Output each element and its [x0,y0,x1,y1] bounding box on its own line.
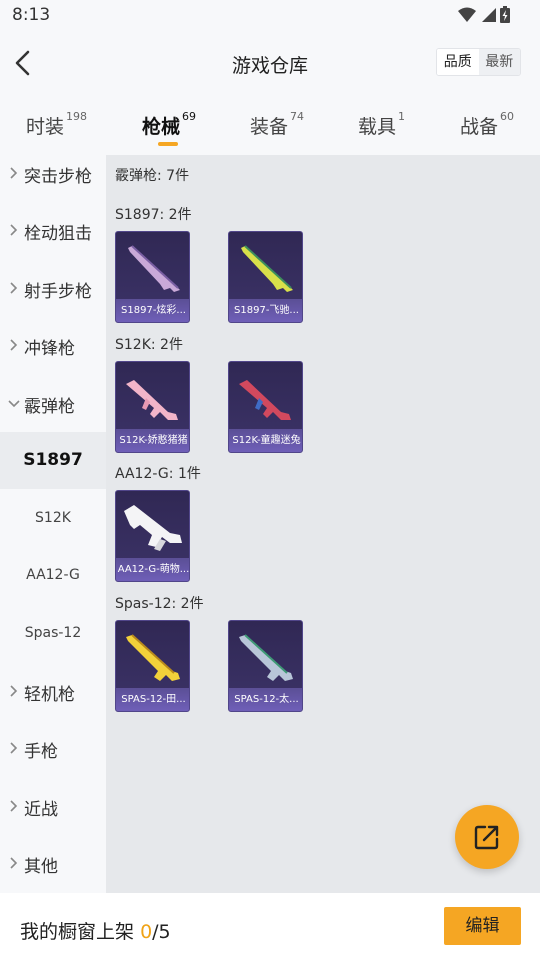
chevron-right-icon [10,800,18,812]
wifi-icon [458,7,476,22]
weapon-card[interactable]: S12K-童趣迷兔 [228,361,303,453]
weapon-card[interactable]: S12K-娇憨猪猪 [115,361,190,453]
chevron-right-icon [10,167,18,179]
chevron-right-icon [10,857,18,869]
app-header: 游戏仓库 品质 最新 [0,30,540,96]
share-button[interactable] [455,805,519,869]
rifle-skin-icon [124,505,182,551]
tab-firearms[interactable]: 枪械 69 [142,110,197,146]
sidebar-item-lmg[interactable]: 轻机枪 [0,663,106,720]
shotgun-skin-icon [239,634,293,681]
rifle-skin-icon [126,380,178,420]
tab-count: 60 [500,110,515,123]
sidebar-subitem-s1897[interactable]: S1897 [0,432,106,489]
chevron-right-icon [10,282,18,294]
tab-count: 198 [66,110,88,123]
tab-count: 74 [290,110,305,123]
weapon-card-caption: SPAS-12-田... [116,688,189,711]
tab-equipment[interactable]: 装备 74 [250,110,305,139]
sidebar-item-marksman-rifle[interactable]: 射手步枪 [0,260,106,317]
weapon-card-caption: SPAS-12-太... [229,688,302,711]
sidebar-item-other[interactable]: 其他 [0,835,106,892]
showcase-status: 我的橱窗上架 0/5 [20,917,171,944]
status-icons [458,6,510,23]
sidebar-item-label: 霰弹枪 [24,397,75,417]
sidebar-item-label: 近战 [24,800,58,820]
showcase-total: /5 [152,921,171,943]
sidebar-item-label: 射手步枪 [24,282,92,302]
sidebar-item-assault-rifle[interactable]: 突击步枪 [0,145,106,202]
sidebar-item-label: 手枪 [24,742,58,762]
sidebar-item-bolt-sniper[interactable]: 栓动狙击 [0,202,106,259]
sidebar-item-smg[interactable]: 冲锋枪 [0,317,106,374]
battery-icon [500,6,510,23]
edit-button[interactable]: 编辑 [444,907,521,945]
weapon-card[interactable]: S1897-炫彩... [115,231,190,323]
share-export-icon [474,825,499,850]
rifle-skin-icon [239,380,291,420]
status-bar: 8:13 [0,0,540,30]
tab-count: 1 [398,110,406,123]
sidebar-item-label: 冲锋枪 [24,339,75,359]
status-time: 8:13 [12,5,51,25]
group-title: S12K: 2件 [115,337,183,353]
sidebar-item-label: 其他 [24,857,58,877]
sidebar-item-label: 突击步枪 [24,167,92,187]
shotgun-skin-icon [241,245,293,292]
weapon-card-caption: S1897-飞驰... [229,299,302,322]
tab-label: 装备 [250,116,289,138]
group-title: AA12-G: 1件 [115,466,201,482]
sort-toggle: 品质 最新 [436,48,521,76]
weapon-card[interactable]: SPAS-12-太... [228,620,303,712]
sidebar-subitem-spas12[interactable]: Spas-12 [0,605,106,662]
weapon-card[interactable]: SPAS-12-田... [115,620,190,712]
tab-vehicles[interactable]: 载具 1 [358,110,406,139]
tab-fashion[interactable]: 时装 198 [26,110,88,139]
shotgun-skin-icon [128,245,180,292]
showcase-bar: 我的橱窗上架 0/5 编辑 [0,893,540,960]
signal-icon [482,7,496,22]
tab-count: 69 [182,110,197,123]
weapon-grid: 霰弹枪: 7件 S1897: 2件 S1897-炫彩... S1897-飞驰..… [106,155,540,893]
weapon-card[interactable]: AA12-G-萌物... [115,490,190,582]
group-title: Spas-12: 2件 [115,596,204,612]
weapon-card[interactable]: S1897-飞驰... [228,231,303,323]
tab-active-indicator [158,142,178,146]
sidebar-subitem-s12k[interactable]: S12K [0,490,106,547]
chevron-right-icon [10,685,18,697]
sidebar-item-shotgun[interactable]: 霰弹枪 [0,375,106,432]
tab-label: 载具 [358,116,397,138]
category-count-header: 霰弹枪: 7件 [115,168,190,184]
sort-quality-button[interactable]: 品质 [437,49,479,75]
tab-supplies[interactable]: 战备 60 [460,110,515,139]
tab-label: 枪械 [142,116,181,138]
weapon-card-caption: S12K-娇憨猪猪 [116,429,189,452]
showcase-count: 0 [140,921,153,943]
sidebar-item-pistol[interactable]: 手枪 [0,720,106,777]
weapon-category-sidebar: 突击步枪 栓动狙击 射手步枪 冲锋枪 霰弹枪 S1897 S12K AA12-G… [0,155,106,893]
sidebar-item-label: 轻机枪 [24,685,75,705]
group-title: S1897: 2件 [115,207,192,223]
sidebar-item-melee[interactable]: 近战 [0,778,106,835]
chevron-down-icon [8,400,20,408]
weapon-card-caption: S1897-炫彩... [116,299,189,322]
tab-label: 战备 [460,116,499,138]
showcase-label: 我的橱窗上架 [20,921,135,943]
sort-newest-button[interactable]: 最新 [478,49,520,75]
weapon-card-caption: S12K-童趣迷兔 [229,429,302,452]
weapon-card-caption: AA12-G-萌物... [116,558,189,581]
shotgun-skin-icon [126,634,180,681]
chevron-right-icon [10,742,18,754]
sidebar-subitem-aa12g[interactable]: AA12-G [0,547,106,604]
tab-label: 时装 [26,116,65,138]
sidebar-item-label: 栓动狙击 [24,224,92,244]
chevron-right-icon [10,224,18,236]
chevron-right-icon [10,339,18,351]
